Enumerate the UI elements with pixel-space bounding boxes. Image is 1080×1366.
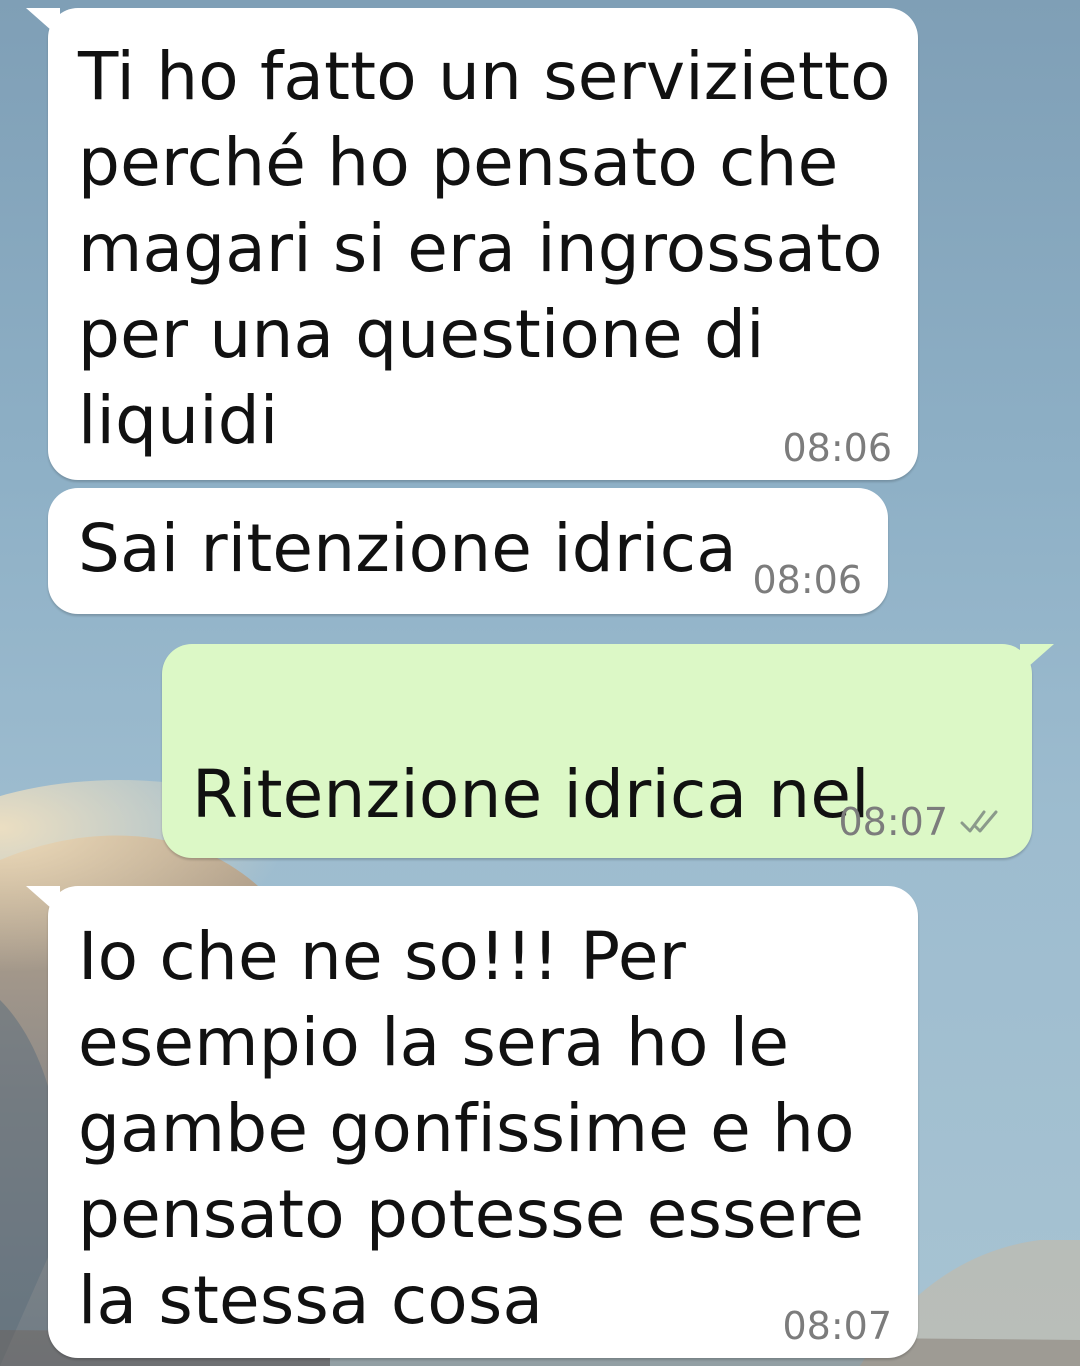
message-timestamp: 08:06 <box>752 558 862 602</box>
incoming-message-bubble[interactable]: Io che ne so!!! Per esempio la sera ho l… <box>26 886 918 1358</box>
message-meta: 08:07 <box>838 800 1006 844</box>
bubble-tail <box>1020 644 1054 674</box>
message-text: Ti ho fatto un servizietto perché ho pen… <box>78 38 891 459</box>
message-meta: 08:06 <box>752 558 862 602</box>
message-timestamp: 08:07 <box>838 800 948 844</box>
message-text: Io che ne so!!! Per esempio la sera ho l… <box>78 918 865 1339</box>
double-check-icon <box>960 810 998 833</box>
message-timestamp: 08:07 <box>782 1304 892 1348</box>
message-text: Sai ritenzione idrica <box>78 510 737 587</box>
incoming-message-bubble[interactable]: Ti ho fatto un servizietto perché ho pen… <box>26 8 918 480</box>
message-timestamp: 08:06 <box>782 426 892 470</box>
message-text-line: Ritenzione idrica nel <box>192 756 870 833</box>
message-meta: 08:07 <box>782 1304 892 1348</box>
outgoing-message-bubble[interactable]: Ritenzione idrica nel cazzo ?? 08:07 <box>162 644 1054 1177</box>
bubble-tail <box>26 8 60 38</box>
message-meta: 08:06 <box>782 426 892 470</box>
incoming-message-bubble[interactable]: Sai ritenzione idrica 08:06 <box>48 488 888 614</box>
bubble-tail <box>26 886 60 916</box>
